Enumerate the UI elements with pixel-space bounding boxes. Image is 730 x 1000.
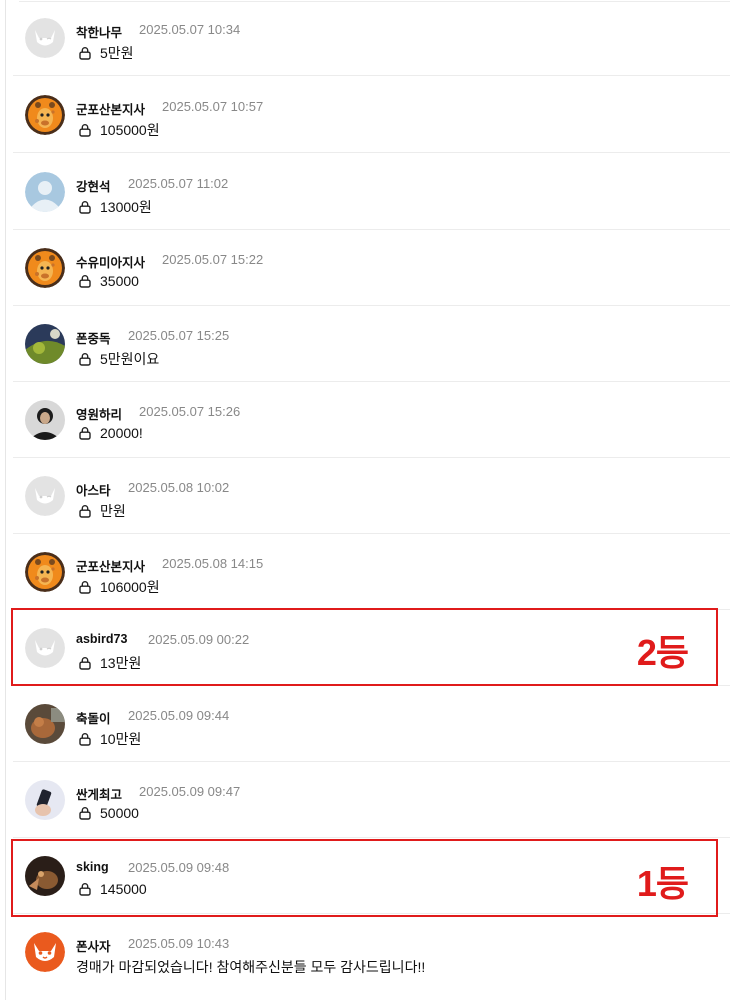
comment-timestamp: 2025.05.09 09:44 bbox=[128, 708, 230, 723]
comment-item: 수유미아지사 2025.05.07 15:22 35000 bbox=[5, 230, 730, 306]
comment-item: 착한나무 2025.05.07 10:34 5만원 bbox=[5, 0, 730, 76]
lock-icon bbox=[78, 274, 92, 288]
comment-timestamp: 2025.05.08 14:15 bbox=[162, 556, 264, 571]
comment-author[interactable]: 축돌이 bbox=[76, 708, 111, 727]
comment-timestamp: 2025.05.08 10:02 bbox=[128, 480, 230, 495]
lock-icon bbox=[78, 200, 92, 214]
secret-comment-text: 13000원 bbox=[78, 197, 152, 217]
comment-body: 경매가 마감되었습니다! 참여해주신분들 모두 감사드립니다!! bbox=[76, 959, 426, 975]
comment-body: 20000! bbox=[100, 425, 143, 441]
avatar[interactable] bbox=[25, 704, 65, 744]
comment-item: 폰중독 2025.05.07 15:25 5만원이요 bbox=[5, 306, 730, 382]
comment-author[interactable]: 싼게최고 bbox=[76, 784, 122, 803]
comment-author[interactable]: 영원하리 bbox=[76, 404, 122, 423]
avatar[interactable] bbox=[25, 95, 65, 135]
comment-item: 군포산본지사 2025.05.08 14:15 106000원 bbox=[5, 534, 730, 610]
comment-author[interactable]: 수유미아지사 bbox=[76, 252, 145, 271]
avatar[interactable] bbox=[25, 172, 65, 212]
comment-item: 폰사자 2025.05.09 10:43 경매가 마감되었습니다! 참여해주신분들 … bbox=[5, 914, 730, 990]
comment-timestamp: 2025.05.07 15:26 bbox=[139, 404, 241, 419]
lock-icon bbox=[78, 580, 92, 594]
comment-author[interactable]: 강현석 bbox=[76, 176, 111, 195]
comment-timestamp: 2025.05.09 10:43 bbox=[128, 936, 230, 951]
comment-body: 35000 bbox=[100, 273, 139, 289]
comment-timestamp: 2025.05.07 10:57 bbox=[162, 99, 264, 114]
comment-body: 106000원 bbox=[100, 579, 160, 595]
secret-comment-text: 105000원 bbox=[78, 120, 160, 140]
comment-body: 105000원 bbox=[100, 122, 160, 138]
rank-label: 1등 bbox=[636, 863, 689, 904]
secret-comment-text: 50000 bbox=[78, 805, 139, 821]
comment-author[interactable]: 군포산본지사 bbox=[76, 556, 145, 575]
avatar[interactable] bbox=[25, 552, 65, 592]
avatar[interactable] bbox=[25, 400, 65, 440]
lock-icon bbox=[78, 504, 92, 518]
comment-item: 축돌이 2025.05.09 09:44 10만원 bbox=[5, 686, 730, 762]
rank-highlight-box: 1등 bbox=[11, 839, 718, 917]
comment-timestamp: 2025.05.09 09:47 bbox=[139, 784, 241, 799]
comment-timestamp: 2025.05.07 10:34 bbox=[139, 22, 241, 37]
comment-body: 13000원 bbox=[100, 199, 152, 215]
comment-body: 만원 bbox=[100, 503, 126, 519]
secret-comment-text: 5만원 bbox=[78, 43, 134, 63]
secret-comment-text: 106000원 bbox=[78, 577, 160, 597]
lock-icon bbox=[78, 46, 92, 60]
secret-comment-text: 5만원이요 bbox=[78, 349, 159, 369]
comment-timestamp: 2025.05.07 15:22 bbox=[162, 252, 264, 267]
comment-author[interactable]: 군포산본지사 bbox=[76, 99, 145, 118]
lock-icon bbox=[78, 123, 92, 137]
comment-text: 경매가 마감되었습니다! 참여해주신분들 모두 감사드립니다!! bbox=[76, 957, 425, 977]
divider bbox=[13, 75, 730, 76]
comment-item: 아스타 2025.05.08 10:02 만원 bbox=[5, 458, 730, 534]
rank-label: 2등 bbox=[636, 632, 689, 673]
avatar[interactable] bbox=[25, 248, 65, 288]
secret-comment-text: 만원 bbox=[78, 501, 126, 521]
comment-body: 10만원 bbox=[100, 731, 142, 747]
comment-body: 50000 bbox=[100, 805, 139, 821]
comment-body: 5만원 bbox=[100, 45, 134, 61]
comment-timestamp: 2025.05.07 11:02 bbox=[128, 176, 229, 191]
secret-comment-text: 10만원 bbox=[78, 729, 141, 749]
secret-comment-text: 20000! bbox=[78, 425, 143, 441]
lock-icon bbox=[78, 732, 92, 746]
comment-author[interactable]: 착한나무 bbox=[76, 22, 122, 41]
secret-comment-text: 35000 bbox=[78, 273, 139, 289]
avatar[interactable] bbox=[25, 324, 65, 364]
avatar[interactable] bbox=[25, 780, 65, 820]
comment-item: 영원하리 2025.05.07 15:26 20000! bbox=[5, 382, 730, 458]
lock-icon bbox=[78, 806, 92, 820]
comment-author[interactable]: 아스타 bbox=[76, 480, 111, 499]
divider bbox=[13, 152, 730, 153]
lock-icon bbox=[78, 352, 92, 366]
comment-item: 강현석 2025.05.07 11:02 13000원 bbox=[5, 154, 730, 230]
rank-highlight-box: 2등 bbox=[11, 608, 718, 686]
comment-body: 5만원이요 bbox=[100, 351, 160, 367]
comment-author[interactable]: 폰중독 bbox=[76, 328, 111, 347]
avatar[interactable] bbox=[25, 476, 65, 516]
lock-icon bbox=[78, 426, 92, 440]
comment-item: 군포산본지사 2025.05.07 10:57 105000원 bbox=[5, 77, 730, 153]
comment-item: 싼게최고 2025.05.09 09:47 50000 bbox=[5, 762, 730, 838]
comment-timestamp: 2025.05.07 15:25 bbox=[128, 328, 230, 343]
avatar[interactable] bbox=[25, 18, 65, 58]
avatar[interactable] bbox=[25, 932, 65, 972]
comment-author[interactable]: 폰사자 bbox=[76, 936, 111, 955]
